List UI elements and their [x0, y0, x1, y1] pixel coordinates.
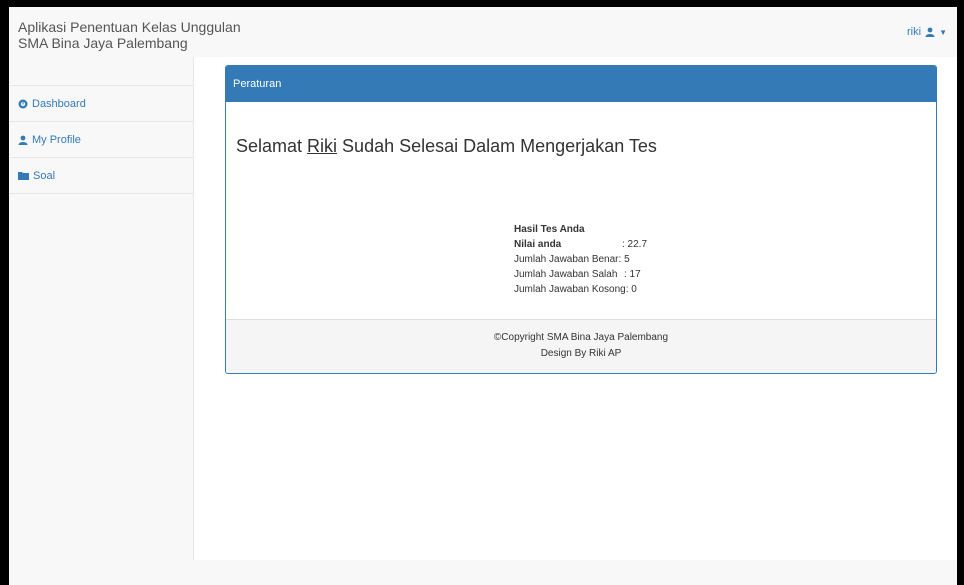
- student-name: Riki: [307, 136, 338, 156]
- brand-subtitle: SMA Bina Jaya Palembang: [18, 35, 188, 51]
- panel-footer: ©Copyright SMA Bina Jaya Palembang Desig…: [226, 319, 936, 373]
- score-label: Nilai anda: [514, 239, 562, 250]
- result-panel: Peraturan Selamat Riki Sudah Selesai Dal…: [225, 65, 937, 374]
- browser-frame: Aplikasi Penentuan Kelas Unggulan SMA Bi…: [0, 0, 964, 585]
- panel-heading: Peraturan: [226, 66, 936, 102]
- designer-credit: Design By Riki AP: [540, 348, 622, 359]
- headline-prefix: Selamat: [236, 136, 308, 156]
- user-name: riki: [907, 26, 922, 38]
- result-row-correct: Jumlah Jawaban Benar : 5: [514, 252, 647, 267]
- sidebar-item-dashboard[interactable]: Dashboard: [9, 86, 193, 122]
- result-row-wrong: Jumlah Jawaban Salah : 17: [514, 267, 647, 282]
- empty-label: Jumlah Jawaban Kosong: [514, 284, 626, 295]
- caret-down-icon: ▼: [939, 27, 947, 37]
- user-dropdown[interactable]: riki ▼: [907, 26, 947, 38]
- sidebar: Dashboard My Profile Soal: [9, 85, 193, 194]
- correct-value: : 5: [618, 254, 630, 265]
- navbar-brand[interactable]: Aplikasi Penentuan Kelas Unggulan SMA Bi…: [18, 19, 241, 51]
- brand-title: Aplikasi Penentuan Kelas Unggulan: [18, 19, 241, 35]
- result-row-score: Nilai anda : 22.7: [514, 237, 647, 252]
- page-wrapper: Peraturan Selamat Riki Sudah Selesai Dal…: [193, 57, 957, 560]
- sidebar-item-label: Dashboard: [32, 97, 86, 110]
- user-icon: [925, 27, 935, 37]
- results-title: Hasil Tes Anda: [514, 224, 585, 235]
- test-results: Hasil Tes Anda Nilai anda : 22.7 Jumlah …: [514, 222, 647, 297]
- result-row-empty: Jumlah Jawaban Kosong : 0: [514, 282, 647, 297]
- panel-body: Selamat Riki Sudah Selesai Dalam Mengerj…: [226, 102, 936, 321]
- copyright-text: ©Copyright SMA Bina Jaya Palembang: [493, 332, 669, 343]
- dashboard-icon: [18, 99, 28, 109]
- sidebar-item-label: Soal: [33, 169, 56, 182]
- sidebar-item-soal[interactable]: Soal: [9, 158, 193, 194]
- top-navbar: Aplikasi Penentuan Kelas Unggulan SMA Bi…: [9, 7, 957, 57]
- wrong-value: : 17: [624, 269, 641, 280]
- completion-message: Selamat Riki Sudah Selesai Dalam Mengerj…: [236, 136, 657, 157]
- folder-icon: [18, 171, 29, 180]
- headline-suffix: Sudah Selesai Dalam Mengerjakan Tes: [337, 136, 657, 156]
- wrong-label: Jumlah Jawaban Salah: [514, 269, 618, 280]
- empty-value: : 0: [625, 284, 637, 295]
- user-icon: [18, 135, 28, 145]
- score-value: : 22.7: [622, 239, 648, 250]
- sidebar-item-label: My Profile: [32, 133, 81, 146]
- sidebar-item-my-profile[interactable]: My Profile: [9, 122, 193, 158]
- correct-label: Jumlah Jawaban Benar: [514, 254, 619, 265]
